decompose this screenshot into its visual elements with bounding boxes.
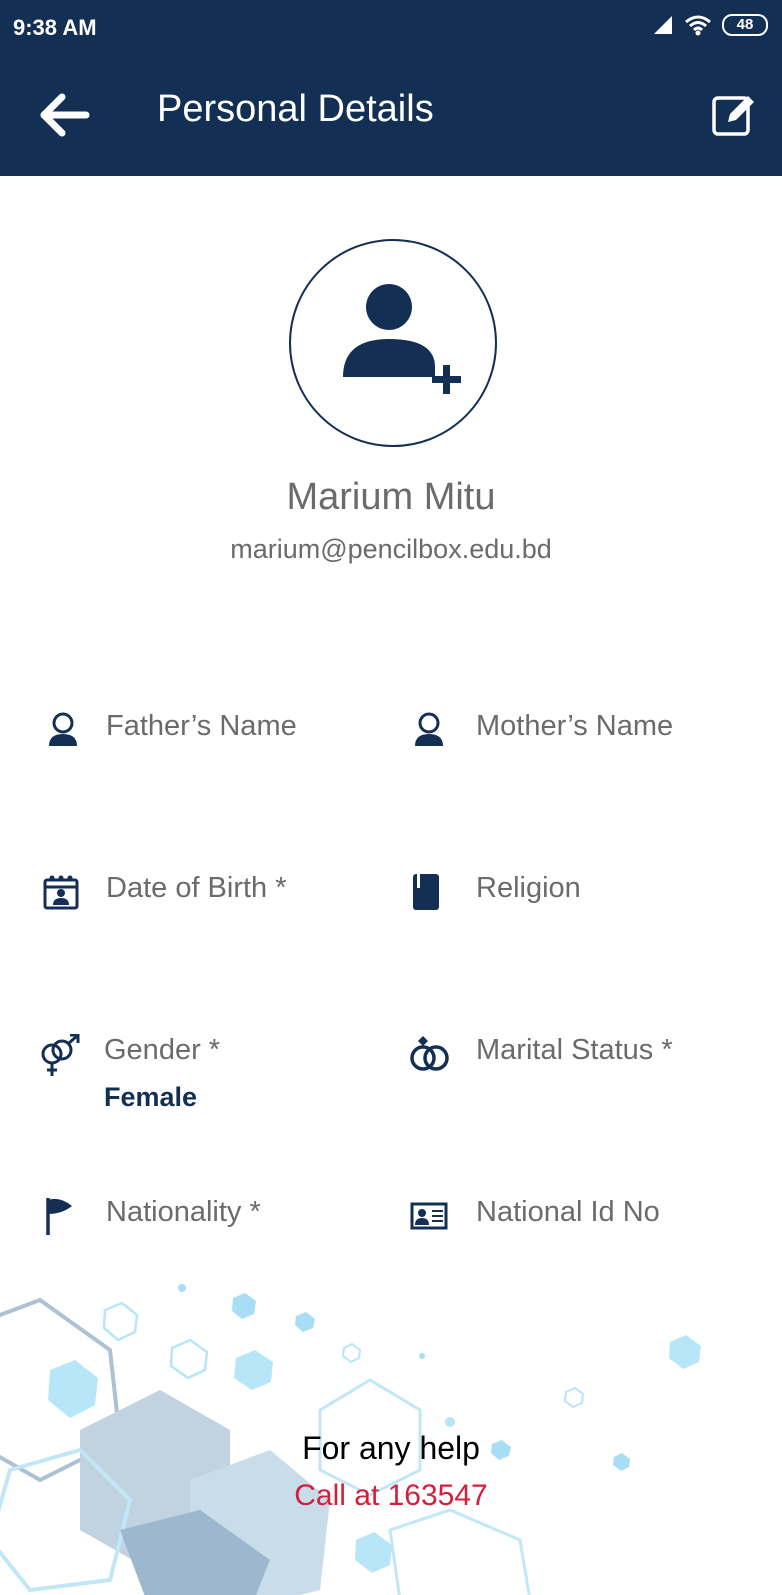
field-religion[interactable]: Religion	[410, 872, 750, 922]
status-icons: 48	[652, 14, 768, 36]
field-label: Father’s Name	[106, 710, 297, 742]
battery-indicator: 48	[722, 14, 768, 36]
field-label: National Id No	[476, 1196, 660, 1228]
field-label: Gender *	[104, 1034, 221, 1066]
wifi-icon	[685, 15, 711, 36]
field-label: Date of Birth *	[106, 872, 287, 904]
help-title: For any help	[302, 1430, 480, 1466]
back-button[interactable]	[38, 92, 90, 138]
arrow-left-icon	[40, 93, 90, 137]
status-bar: 9:38 AM 48	[0, 0, 782, 56]
field-mothers-name[interactable]: Mother’s Name	[410, 710, 750, 760]
app-bar: Personal Details	[0, 56, 782, 176]
calendar-icon	[43, 875, 79, 910]
help-call-link[interactable]: Call at 163547	[0, 1479, 782, 1513]
field-label: Marital Status *	[476, 1034, 673, 1066]
field-label: Nationality *	[106, 1196, 261, 1228]
field-national-id[interactable]: National Id No	[410, 1196, 750, 1246]
status-time: 9:38 AM	[13, 15, 97, 40]
book-icon	[413, 874, 439, 910]
field-date-of-birth[interactable]: Date of Birth *	[42, 872, 372, 922]
rings-icon	[410, 1036, 449, 1071]
field-value: Female	[104, 1082, 198, 1112]
avatar[interactable]	[289, 239, 497, 447]
profile-name: Marium Mitu	[286, 476, 496, 518]
signal-icon	[654, 16, 672, 34]
field-label: Mother’s Name	[476, 710, 674, 742]
person-icon	[415, 712, 443, 746]
edit-button[interactable]	[710, 90, 758, 138]
edit-icon	[712, 96, 754, 136]
id-card-icon	[410, 1202, 448, 1230]
gender-icon	[41, 1034, 80, 1076]
field-marital-status[interactable]: Marital Status *	[408, 1034, 750, 1084]
field-label: Religion	[476, 872, 581, 904]
add-user-icon	[343, 284, 461, 394]
profile-email: marium@pencilbox.edu.bd	[230, 534, 552, 564]
person-icon	[49, 712, 77, 746]
field-gender[interactable]: Gender * Female	[38, 1034, 368, 1124]
field-fathers-name[interactable]: Father’s Name	[42, 710, 372, 760]
flag-icon	[46, 1198, 72, 1235]
field-nationality[interactable]: Nationality *	[42, 1196, 372, 1246]
page-title: Personal Details	[157, 88, 434, 130]
